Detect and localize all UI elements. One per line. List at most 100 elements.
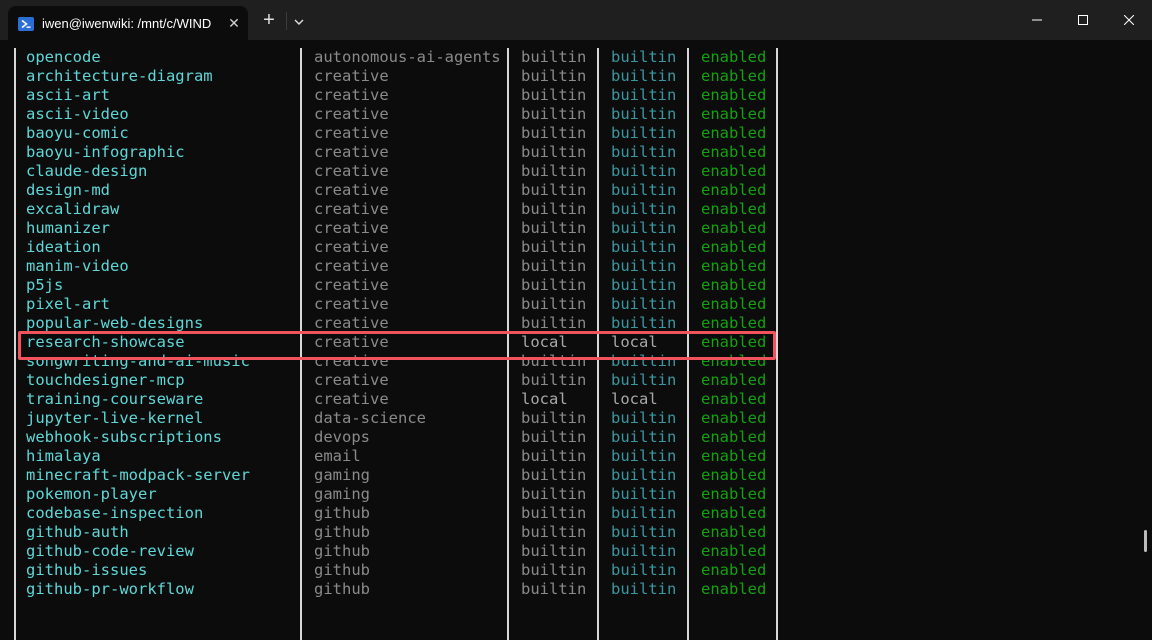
skill-name: github-pr-workflow xyxy=(26,580,194,598)
skill-trust: builtin xyxy=(611,466,677,484)
table-row: design-md creative builtin builtin enabled xyxy=(0,181,1140,200)
title-bar: iwen@iwenwiki: /mnt/c/WIND ✕ + xyxy=(0,0,1152,40)
skill-trust: builtin xyxy=(611,219,677,237)
skill-category: github xyxy=(314,523,370,541)
skill-source: builtin xyxy=(521,485,587,503)
skill-status: enabled xyxy=(701,124,767,142)
table-row: p5js creative builtin builtin enabled xyxy=(0,276,1140,295)
skill-status: enabled xyxy=(701,86,767,104)
terminal-output[interactable]: opencode autonomous-ai-agents builtin built… xyxy=(0,40,1152,640)
skill-status: enabled xyxy=(701,200,767,218)
skill-trust: builtin xyxy=(611,447,677,465)
skill-trust: builtin xyxy=(611,200,677,218)
close-tab-icon[interactable]: ✕ xyxy=(226,15,242,31)
skill-trust: builtin xyxy=(611,48,677,66)
highlight-box xyxy=(18,331,776,360)
skill-trust: builtin xyxy=(611,428,677,446)
skill-name: touchdesigner-mcp xyxy=(26,371,185,389)
skill-name: himalaya xyxy=(26,447,101,465)
skill-status: enabled xyxy=(701,219,767,237)
skill-category: creative xyxy=(314,143,389,161)
skill-category: devops xyxy=(314,428,370,446)
table-row: opencode autonomous-ai-agents builtin built… xyxy=(0,48,1140,67)
table-row: ascii-art creative builtin builtin enabled xyxy=(0,86,1140,105)
skill-status: enabled xyxy=(701,447,767,465)
skill-name: pokemon-player xyxy=(26,485,157,503)
table-row: webhook-subscriptions devops builtin builti… xyxy=(0,428,1140,447)
skill-name: design-md xyxy=(26,181,110,199)
skill-status: enabled xyxy=(701,162,767,180)
maximize-button[interactable] xyxy=(1060,0,1106,40)
skill-source: builtin xyxy=(521,466,587,484)
skill-trust: builtin xyxy=(611,580,677,598)
table-row: github-issues github builtin builtin enabled xyxy=(0,561,1140,580)
skill-trust: builtin xyxy=(611,276,677,294)
skill-source: builtin xyxy=(521,105,587,123)
skill-status: enabled xyxy=(701,371,767,389)
skill-name: baoyu-infographic xyxy=(26,143,185,161)
skill-trust: builtin xyxy=(611,485,677,503)
skill-source: builtin xyxy=(521,124,587,142)
skill-name: architecture-diagram xyxy=(26,67,213,85)
skill-source: builtin xyxy=(521,447,587,465)
table-row: codebase-inspection github builtin builtin e… xyxy=(0,504,1140,523)
skill-name: claude-design xyxy=(26,162,148,180)
table-row: pokemon-player gaming builtin builtin enable… xyxy=(0,485,1140,504)
close-icon xyxy=(1124,15,1134,25)
skill-source: builtin xyxy=(521,542,587,560)
skill-status: enabled xyxy=(701,504,767,522)
table-row: github-code-review github builtin builtin en… xyxy=(0,542,1140,561)
skill-category: creative xyxy=(314,238,389,256)
skill-status: enabled xyxy=(701,67,767,85)
skill-status: enabled xyxy=(701,523,767,541)
skill-source: builtin xyxy=(521,257,587,275)
scrollbar-thumb[interactable] xyxy=(1144,530,1147,552)
skill-trust: builtin xyxy=(611,257,677,275)
skill-name: codebase-inspection xyxy=(26,504,204,522)
table-row: claude-design creative builtin builtin enabl… xyxy=(0,162,1140,181)
toolbar-divider xyxy=(286,12,287,30)
table-row: training-courseware creative local local ena… xyxy=(0,390,1140,409)
skill-status: enabled xyxy=(701,257,767,275)
skill-source: builtin xyxy=(521,181,587,199)
skill-name: pixel-art xyxy=(26,295,110,313)
table-row: himalaya email builtin builtin enabled xyxy=(0,447,1140,466)
skill-trust: builtin xyxy=(611,238,677,256)
powershell-icon xyxy=(18,16,34,32)
skill-source: local xyxy=(521,390,568,408)
skill-source: builtin xyxy=(521,219,587,237)
skill-category: creative xyxy=(314,162,389,180)
skill-status: enabled xyxy=(701,409,767,427)
minimize-icon xyxy=(1032,19,1042,21)
skill-source: builtin xyxy=(521,276,587,294)
skill-source: builtin xyxy=(521,48,587,66)
skill-trust: local xyxy=(611,390,658,408)
skill-source: builtin xyxy=(521,238,587,256)
terminal-tab[interactable]: iwen@iwenwiki: /mnt/c/WIND ✕ xyxy=(8,6,248,40)
minimize-button[interactable] xyxy=(1014,0,1060,40)
skill-source: builtin xyxy=(521,409,587,427)
skill-category: creative xyxy=(314,105,389,123)
table-row: baoyu-infographic creative builtin builtin e… xyxy=(0,143,1140,162)
skill-category: creative xyxy=(314,219,389,237)
table-row: touchdesigner-mcp creative builtin builtin e… xyxy=(0,371,1140,390)
skill-status: enabled xyxy=(701,390,767,408)
chevron-down-icon[interactable] xyxy=(292,14,306,28)
table-row: ascii-video creative builtin builtin enabled xyxy=(0,105,1140,124)
skill-trust: builtin xyxy=(611,561,677,579)
skill-category: creative xyxy=(314,390,389,408)
skill-trust: builtin xyxy=(611,86,677,104)
skill-trust: builtin xyxy=(611,181,677,199)
skill-name: minecraft-modpack-server xyxy=(26,466,250,484)
table-row: jupyter-live-kernel data-science builtin bu… xyxy=(0,409,1140,428)
skill-trust: builtin xyxy=(611,295,677,313)
close-window-button[interactable] xyxy=(1106,0,1152,40)
skill-trust: builtin xyxy=(611,67,677,85)
table-row: github-pr-workflow github builtin builtin en… xyxy=(0,580,1140,599)
skill-category: creative xyxy=(314,257,389,275)
new-tab-button[interactable]: + xyxy=(258,10,280,32)
skill-name: baoyu-comic xyxy=(26,124,129,142)
skill-source: builtin xyxy=(521,295,587,313)
table-row: baoyu-comic creative builtin builtin enabled xyxy=(0,124,1140,143)
skill-name: opencode xyxy=(26,48,101,66)
